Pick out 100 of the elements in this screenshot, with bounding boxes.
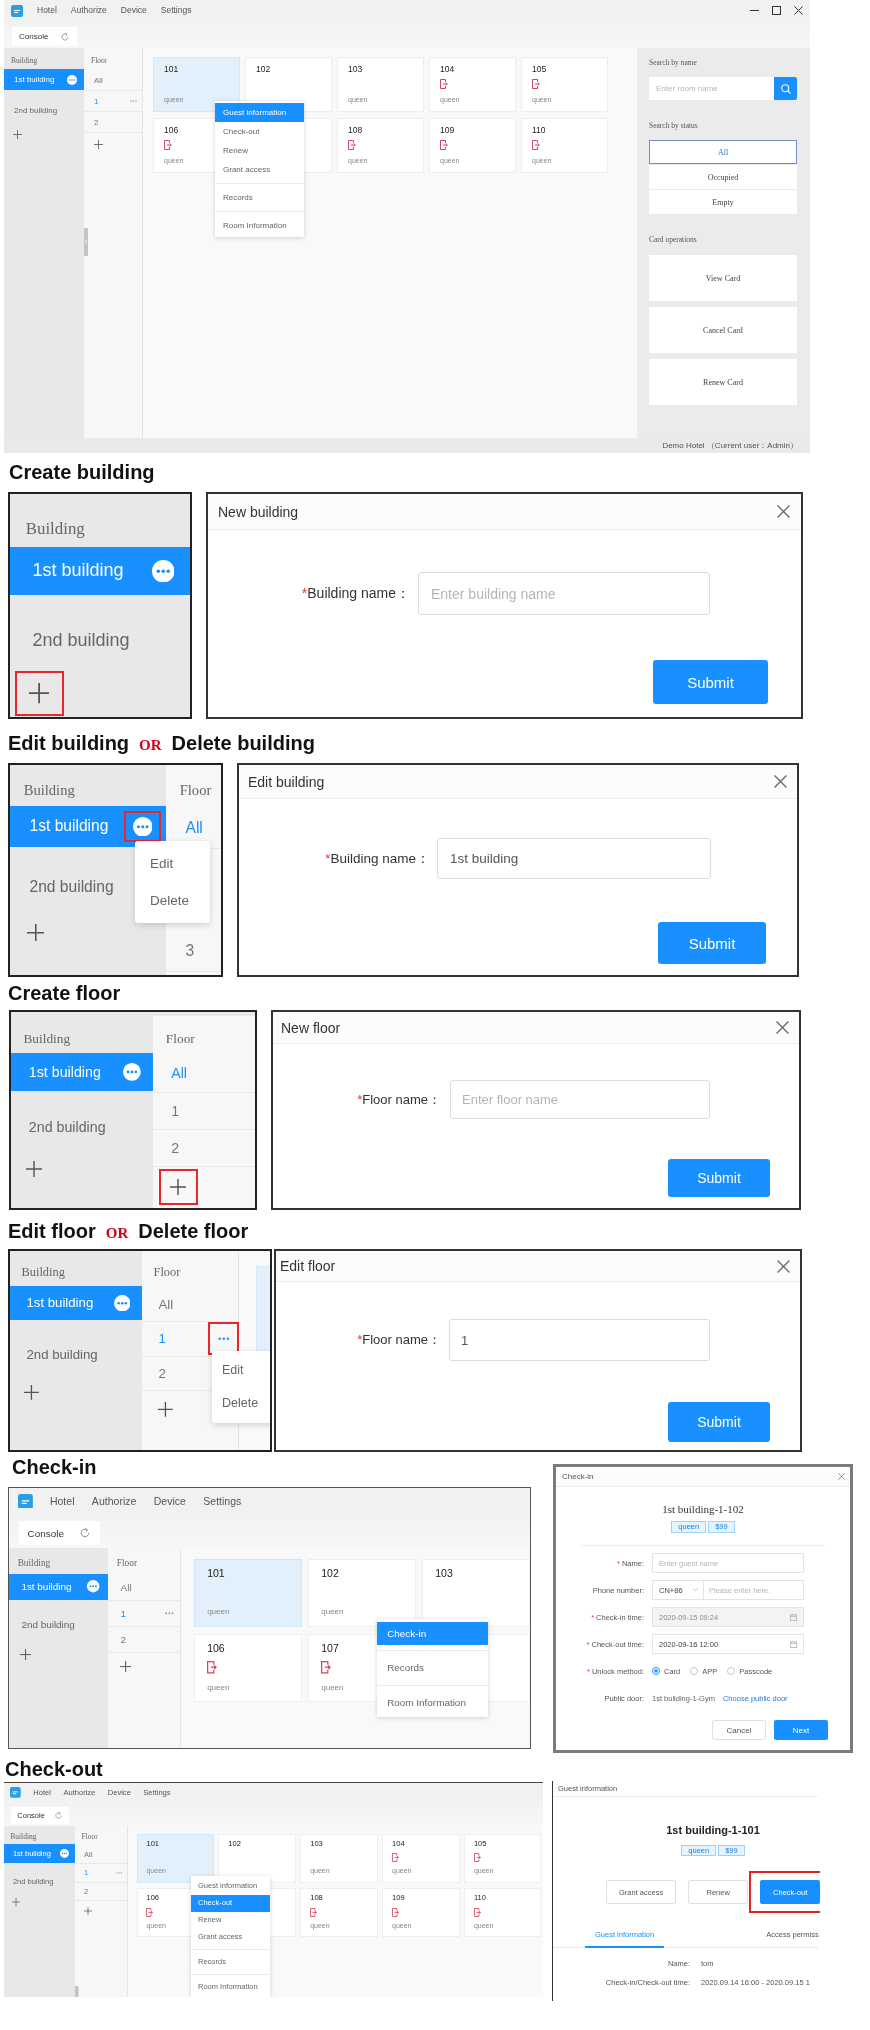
text-field[interactable]: 1st building <box>437 838 711 879</box>
add-icon[interactable] <box>19 1648 31 1660</box>
field-label: *Floor name： <box>357 1090 441 1109</box>
more-icon[interactable] <box>151 559 175 583</box>
room-card[interactable]: 103 <box>421 1558 530 1627</box>
floor-item[interactable]: All <box>108 1574 181 1601</box>
sidebar-item[interactable]: 2nd building <box>11 1108 154 1146</box>
column-heading: Floor <box>179 780 212 800</box>
close-icon[interactable] <box>777 505 790 518</box>
room-number: 102 <box>256 63 271 75</box>
add-icon[interactable] <box>93 139 103 149</box>
room-card[interactable]: 106 queen <box>193 1634 302 1703</box>
card-action-button[interactable]: View Card <box>649 255 797 301</box>
add-icon[interactable] <box>26 923 45 942</box>
more-icon[interactable] <box>217 1337 230 1341</box>
more-icon[interactable] <box>113 1294 131 1312</box>
floor-item[interactable]: 2 <box>153 1129 255 1168</box>
logo-icon <box>10 1787 21 1798</box>
room-number: 101 <box>164 63 179 75</box>
search-button[interactable] <box>774 77 797 100</box>
floor-item[interactable]: All <box>84 70 142 91</box>
field-label: *Floor name： <box>357 1331 441 1349</box>
menu-item[interactable]: Device <box>153 1494 186 1508</box>
logo-icon <box>17 1493 33 1509</box>
more-icon[interactable] <box>123 1063 141 1081</box>
filter-option[interactable]: All <box>649 140 797 164</box>
dialog-title: New floor <box>281 1019 341 1036</box>
menu-item[interactable]: Settings <box>160 5 192 16</box>
menu-item[interactable]: Room Information <box>215 216 304 235</box>
text-field[interactable]: 1 <box>449 1319 710 1361</box>
more-icon[interactable] <box>60 1849 69 1859</box>
menu-item[interactable]: Authorize <box>91 1494 137 1508</box>
menu-item[interactable]: Hotel <box>49 1494 75 1508</box>
column-heading: Building <box>23 1029 71 1048</box>
menu-item[interactable]: Settings <box>203 1494 242 1508</box>
add-icon[interactable] <box>170 1178 187 1195</box>
sidebar-item[interactable]: 2nd building <box>10 1336 142 1372</box>
menu-item[interactable]: Hotel <box>37 5 57 16</box>
menu-item[interactable]: Edit <box>135 845 210 882</box>
card-action-button[interactable]: Cancel Card <box>649 307 797 353</box>
add-icon[interactable] <box>157 1401 173 1417</box>
or-label: OR <box>139 736 162 755</box>
sidebar-item[interactable]: 2nd building <box>10 617 190 665</box>
more-icon[interactable] <box>132 816 153 837</box>
refresh-icon[interactable] <box>54 1811 62 1819</box>
refresh-icon[interactable] <box>61 32 69 41</box>
sidebar-item[interactable]: 2nd building <box>9 1611 109 1638</box>
section-heading: Create building <box>9 461 155 484</box>
close-icon[interactable] <box>777 1259 790 1273</box>
column-heading: Floor <box>116 1556 137 1570</box>
close-icon[interactable] <box>794 6 803 15</box>
dialog-title: New building <box>218 503 299 520</box>
secondary-button[interactable]: Cancel <box>712 1720 766 1740</box>
add-icon[interactable] <box>26 1161 43 1178</box>
caret-icon <box>693 1588 698 1592</box>
text-field[interactable]: Enter building name <box>418 572 710 615</box>
maximize-icon[interactable] <box>772 6 781 15</box>
floor-item[interactable]: 2 <box>108 1626 181 1653</box>
room-title: 1st building-1-102 <box>662 1502 744 1516</box>
card-action-button[interactable]: Renew Card <box>649 359 797 405</box>
tab[interactable]: Console <box>12 27 77 46</box>
filter-option[interactable]: Occupied <box>649 165 797 189</box>
room-number: 107 <box>321 1641 339 1657</box>
room-card[interactable]: 102 queen <box>307 1558 416 1627</box>
tab[interactable]: Console <box>18 1521 100 1545</box>
room-type: queen <box>321 1606 344 1618</box>
refresh-icon[interactable] <box>79 1528 90 1539</box>
floor-item[interactable]: All <box>142 1287 239 1322</box>
room-number: 105 <box>532 63 547 75</box>
room-card[interactable]: 101 queen <box>193 1558 302 1627</box>
section-heading: Edit building <box>8 732 130 755</box>
room-title: 1st building-1-101 <box>666 1823 760 1838</box>
menu-item[interactable]: Device <box>120 5 147 16</box>
menu-item[interactable]: Records <box>215 188 304 207</box>
close-icon[interactable] <box>774 775 787 788</box>
column-heading: Building <box>21 1264 65 1282</box>
text-field[interactable]: Enter floor name <box>450 1080 710 1119</box>
search-field[interactable]: Enter room name <box>649 77 774 100</box>
add-icon[interactable] <box>29 683 50 704</box>
more-icon[interactable] <box>87 1580 100 1593</box>
floor-item[interactable]: 2 <box>84 112 142 133</box>
filter-option[interactable]: Empty <box>649 190 797 214</box>
add-icon[interactable] <box>12 129 22 139</box>
sidebar-item[interactable]: 2nd building <box>4 100 84 121</box>
calendar-icon <box>790 1640 797 1648</box>
menu-item[interactable]: Delete <box>135 882 210 919</box>
status-text: Demo Hotel （Current user：Admin） <box>662 440 798 451</box>
close-icon[interactable] <box>776 1021 789 1034</box>
section-heading: Create floor <box>8 982 121 1005</box>
add-icon[interactable] <box>119 1660 132 1673</box>
floor-item[interactable]: 1 <box>153 1092 255 1130</box>
add-icon[interactable] <box>24 1385 39 1401</box>
dialog-title: Edit floor <box>280 1258 336 1274</box>
field-label: *Building name： <box>325 849 430 868</box>
column-heading: Floor <box>153 1264 181 1282</box>
more-icon[interactable] <box>67 74 77 85</box>
menu-item[interactable]: Authorize <box>70 5 107 16</box>
collapse-handle-icon[interactable] <box>84 228 88 256</box>
section-heading: Check-in <box>12 1456 97 1479</box>
more-icon[interactable] <box>164 1612 174 1615</box>
